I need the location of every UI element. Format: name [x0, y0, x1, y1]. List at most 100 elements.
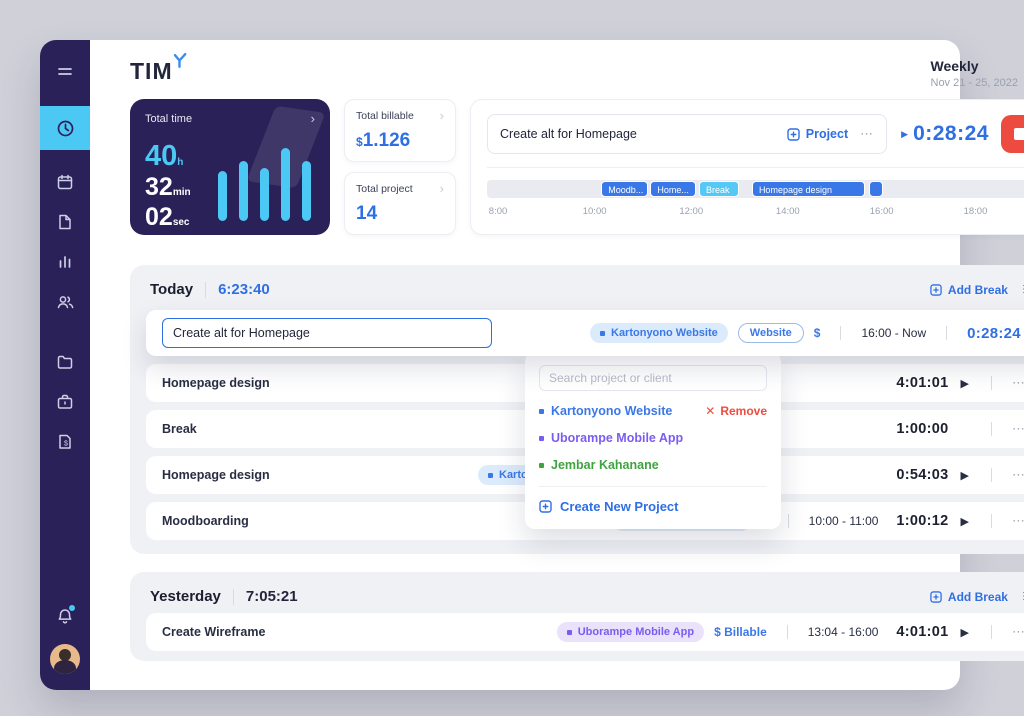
timeline-segment[interactable]: Break [699, 181, 739, 197]
menu-icon[interactable] [40, 52, 90, 92]
timer-elapsed: 0:28:24 [913, 122, 989, 146]
running-indicator-icon: ▶ [901, 129, 908, 140]
sidebar: $ [40, 40, 90, 690]
timer-task-text[interactable]: Create alt for Homepage [500, 127, 787, 141]
timeline-tick-label: 16:00 [870, 206, 894, 217]
sidebar-item-reports[interactable] [40, 242, 90, 282]
section-title: Today [150, 281, 193, 298]
total-time-title: Total time [145, 113, 192, 125]
time-bar [260, 168, 269, 221]
sidebar-item-notifications[interactable] [40, 596, 90, 636]
today-section: Today 6:23:40 Add Break Kartonyono [130, 265, 1024, 554]
time-bar [239, 161, 248, 221]
stop-button[interactable] [1001, 115, 1024, 153]
more-button[interactable]: ⋯ [1012, 467, 1024, 483]
timeline-segment[interactable]: Home... [650, 181, 695, 197]
project-pill[interactable]: Kartonyono Website [590, 323, 728, 343]
project-pill[interactable]: Uborampe Mobile App [557, 622, 704, 642]
billable-toggle[interactable]: $ [814, 326, 821, 340]
project-button[interactable]: Project [787, 127, 848, 141]
document-icon [56, 213, 74, 231]
more-button[interactable]: ⋯ [1012, 421, 1024, 437]
clock-icon [56, 119, 75, 138]
timeline-segment[interactable]: Homepage design [752, 181, 865, 197]
user-avatar[interactable] [50, 644, 80, 674]
entry-duration: 4:01:01 [888, 624, 948, 640]
project-search-input[interactable] [539, 365, 767, 391]
yesterday-section: Yesterday 7:05:21 Add Break Create Wiref… [130, 572, 1024, 661]
timeline-tick-label: 10:00 [583, 206, 607, 217]
sidebar-item-timer[interactable] [40, 106, 90, 150]
play-button[interactable]: ▶ [958, 626, 970, 639]
task-name-input[interactable] [162, 318, 492, 348]
add-break-button[interactable]: Add Break [930, 590, 1008, 604]
entry-elapsed: 0:28:24 [967, 325, 1021, 342]
app-logo[interactable]: TIM [130, 58, 188, 85]
timer-task-box[interactable]: Create alt for Homepage Project ⋯ [487, 114, 887, 154]
divider [233, 589, 234, 605]
sidebar-item-team[interactable] [40, 282, 90, 322]
remove-project-button[interactable]: ✕Remove [705, 404, 767, 418]
sidebar-item-projects[interactable] [40, 342, 90, 382]
more-button[interactable]: ⋯ [1012, 513, 1024, 529]
project-option[interactable]: Uborampe Mobile App [539, 431, 767, 445]
period-label: Weekly [931, 58, 1018, 74]
entry-duration: 1:00:12 [888, 513, 948, 529]
add-break-button[interactable]: Add Break [930, 283, 1008, 297]
create-new-project-button[interactable]: Create New Project [539, 499, 767, 514]
timeline-segment[interactable] [869, 181, 883, 197]
chevron-right-icon[interactable]: › [440, 109, 444, 122]
chevron-right-icon[interactable]: › [440, 182, 444, 195]
time-entry-row[interactable]: Create Wireframe Uborampe Mobile App $ B… [146, 613, 1024, 651]
sidebar-item-invoices[interactable]: $ [40, 422, 90, 462]
more-button[interactable]: ⋯ [1012, 375, 1024, 391]
time-bar [218, 171, 227, 221]
svg-text:$: $ [64, 441, 68, 448]
entry-duration: 0:54:03 [888, 467, 948, 483]
logo-mark-icon [171, 52, 188, 74]
app-window: $ TIM Weekly Nov 21 - 25, 2022 [40, 40, 960, 690]
project-dropdown: Kartonyono Website ✕Remove Uborampe Mobi… [525, 352, 781, 529]
more-button[interactable]: ⋯ [1012, 624, 1024, 640]
time-range: 13:04 - 16:00 [808, 625, 879, 639]
total-project-card[interactable]: Total project › 14 [344, 172, 456, 235]
summary-cards: Total time › 40h 32min 02sec Total billa… [90, 95, 1024, 235]
period-selector[interactable]: Weekly Nov 21 - 25, 2022 [931, 58, 1024, 89]
entry-duration: 1:00:00 [888, 421, 948, 437]
tag-pill[interactable]: Website [738, 323, 804, 343]
sidebar-item-clients[interactable] [40, 382, 90, 422]
total-billable-title: Total billable [356, 110, 414, 122]
folder-icon [56, 353, 74, 371]
total-billable-card[interactable]: Total billable › $1.126 [344, 99, 456, 162]
project-option[interactable]: Kartonyono Website ✕Remove [539, 404, 767, 418]
total-project-value: 14 [356, 203, 444, 225]
more-button[interactable]: ⋯ [860, 126, 874, 142]
time-range: 10:00 - 11:00 [809, 514, 879, 528]
day-timeline[interactable]: Moodb...Home...Break Homepage design [487, 180, 1024, 198]
play-button[interactable]: ▶ [958, 515, 970, 528]
billable-toggle[interactable]: $ Billable [714, 625, 767, 639]
time-range: 16:00 - Now [861, 326, 926, 340]
total-billable-value: $1.126 [356, 130, 444, 152]
divider [487, 167, 1024, 168]
timer-card: Create alt for Homepage Project ⋯ ▶ 0:28… [470, 99, 1024, 235]
timeline-tick-label: 8:00 [489, 206, 508, 217]
timeline-tick-label: 14:00 [776, 206, 800, 217]
time-bar [302, 161, 311, 221]
close-icon: ✕ [705, 404, 715, 418]
timeline-tick-label: 18:00 [964, 206, 988, 217]
entry-duration: 4:01:01 [888, 375, 948, 391]
sidebar-item-documents[interactable] [40, 202, 90, 242]
total-time-card[interactable]: Total time › 40h 32min 02sec [130, 99, 330, 235]
divider [205, 282, 206, 298]
total-time-value: 40h 32min 02sec [145, 139, 218, 232]
play-button[interactable]: ▶ [958, 469, 970, 482]
project-option[interactable]: Jembar Kahanane [539, 458, 767, 472]
sidebar-item-calendar[interactable] [40, 162, 90, 202]
stop-icon [1014, 128, 1024, 140]
today-total-time: 6:23:40 [218, 281, 270, 298]
timeline-segment[interactable]: Moodb... [601, 181, 647, 197]
yesterday-total-time: 7:05:21 [246, 588, 298, 605]
logo-text: TIM [130, 58, 173, 85]
play-button[interactable]: ▶ [958, 377, 970, 390]
